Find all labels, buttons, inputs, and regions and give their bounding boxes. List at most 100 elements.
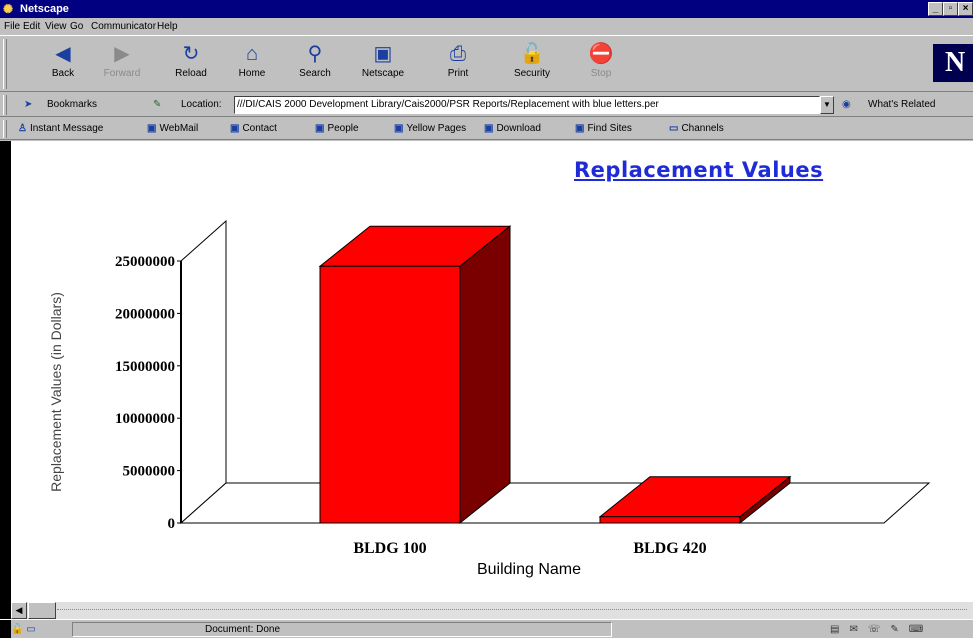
minimize-button[interactable]: _ xyxy=(928,2,943,16)
bookmarks-icon[interactable]: ➤ xyxy=(24,98,32,112)
x-axis-label: Building Name xyxy=(477,561,581,578)
security-status-icon[interactable]: 🔓 ▭ xyxy=(11,622,71,637)
personal-download-button[interactable]: ▣ Download xyxy=(484,122,541,136)
forward-arrow-icon: ▶ xyxy=(114,43,130,65)
print-button[interactable]: ⎙ Print xyxy=(431,40,485,88)
location-grip[interactable] xyxy=(3,95,7,115)
personal-instant-message-button[interactable]: ♙ Instant Message xyxy=(18,122,103,136)
personal-people-button[interactable]: ▣ People xyxy=(315,122,359,136)
menu-communicator[interactable]: Communicator xyxy=(91,20,156,33)
search-button[interactable]: ⚲ Search xyxy=(288,40,342,88)
bookmark-page-icon: ▣ xyxy=(484,123,494,134)
navigation-toolbar: ◀ Back ▶ Forward ↻ Reload ⌂ Home ⚲ Search ▣ Netscap… xyxy=(0,35,973,92)
url-input[interactable]: ///DI/CAIS 2000 Development Library/Cais… xyxy=(234,96,820,114)
component-bar-icons[interactable]: ▤✉☏✎⌨ xyxy=(830,622,973,637)
close-button[interactable]: × xyxy=(958,2,973,16)
scroll-track[interactable] xyxy=(57,609,967,610)
toolbar-button-label: Stop xyxy=(590,68,612,79)
menu-help[interactable]: Help xyxy=(157,20,178,33)
x-tick-label: BLDG 420 xyxy=(633,540,706,557)
personal-item-label: People xyxy=(327,123,359,134)
personal-item-label: Contact xyxy=(242,123,277,134)
toolbar-button-label: Search xyxy=(299,68,331,79)
netscape-icon: ▣ xyxy=(373,43,393,65)
personal-grip[interactable] xyxy=(3,120,7,138)
bar-chart: 0 5000000 10000000 15000000 20000000 25000000… xyxy=(48,219,931,578)
location-icon: ✎ xyxy=(153,99,162,110)
forward-button[interactable]: ▶ Forward xyxy=(95,40,149,88)
menu-go[interactable]: Go xyxy=(70,20,83,33)
menu-view[interactable]: View xyxy=(45,20,67,33)
bookmark-page-icon: ▣ xyxy=(394,123,404,134)
toolbar-button-label: Back xyxy=(51,68,75,79)
personal-channels-button[interactable]: ▭ Channels xyxy=(669,122,724,136)
bar-side xyxy=(459,225,511,525)
chart-title[interactable]: Replacement Values xyxy=(574,158,823,182)
personal-yellow-pages-button[interactable]: ▣ Yellow Pages xyxy=(394,122,466,136)
browser-window: ✺ Netscape _ ▫ × File Edit View Go Commu… xyxy=(0,0,973,638)
personal-item-label: Channels xyxy=(681,123,724,134)
netscape-button[interactable]: ▣ Netscape xyxy=(356,40,410,88)
instant-message-icon: ♙ xyxy=(18,123,27,134)
page-content: 0 5000000 10000000 15000000 20000000 25000000… xyxy=(11,141,973,602)
toolbar-button-label: Forward xyxy=(103,68,141,79)
personal-toolbar: ♙ Instant Message ▣ WebMail ▣ Contact ▣ People ▣… xyxy=(0,118,973,140)
personal-item-label: Instant Message xyxy=(29,123,104,134)
title-bar: ✺ Netscape _ ▫ × xyxy=(0,0,973,18)
scroll-left-button[interactable]: ◀ xyxy=(11,602,27,619)
y-tick-label: 20000000 xyxy=(115,306,175,322)
url-dropdown-button[interactable]: ▼ xyxy=(820,96,834,114)
home-button[interactable]: ⌂ Home xyxy=(225,40,279,88)
stop-button[interactable]: ⛔ Stop xyxy=(574,40,628,88)
bookmark-page-icon: ▣ xyxy=(315,123,325,134)
bar xyxy=(319,265,461,524)
toolbar-button-label: Home xyxy=(238,68,266,79)
personal-item-label: WebMail xyxy=(159,123,199,134)
bookmark-page-icon: ▣ xyxy=(230,123,240,134)
toolbar-grip[interactable] xyxy=(3,39,7,89)
window-title: Netscape xyxy=(20,3,69,15)
toolbar-button-label: Netscape xyxy=(361,68,405,79)
whats-related-icon[interactable]: ◉ xyxy=(842,98,851,112)
x-tick-label: BLDG 100 xyxy=(353,540,426,557)
y-tick-label: 10000000 xyxy=(115,411,175,427)
back-arrow-icon: ◀ xyxy=(55,43,71,65)
y-axis-label: Replacement Values (in Dollars) xyxy=(48,292,64,492)
y-tick-label: 0 xyxy=(168,516,176,532)
home-icon: ⌂ xyxy=(245,43,259,65)
bookmarks-button[interactable]: Bookmarks xyxy=(47,98,97,112)
back-button[interactable]: ◀ Back xyxy=(36,40,90,88)
menu-bar: File Edit View Go Communicator Help xyxy=(0,18,973,35)
menu-file[interactable]: File xyxy=(4,20,20,33)
stop-icon: ⛔ xyxy=(588,43,614,65)
menu-edit[interactable]: Edit xyxy=(23,20,40,33)
personal-find-sites-button[interactable]: ▣ Find Sites xyxy=(575,122,632,136)
y-tick-label: 15000000 xyxy=(115,359,175,375)
security-button[interactable]: 🔓 Security xyxy=(505,40,559,88)
toolbar-button-label: Security xyxy=(513,68,551,79)
bar xyxy=(599,516,741,524)
bookmark-page-icon: ▣ xyxy=(575,123,585,134)
whats-related-button[interactable]: What's Related xyxy=(868,98,936,112)
scroll-thumb[interactable] xyxy=(28,602,56,619)
maximize-button[interactable]: ▫ xyxy=(943,2,958,16)
location-label: Location: xyxy=(181,99,222,110)
toolbar-button-label: Print xyxy=(447,68,469,79)
personal-item-label: Find Sites xyxy=(587,123,632,134)
horizontal-scrollbar[interactable]: ◀ xyxy=(11,602,973,619)
search-icon: ⚲ xyxy=(307,43,323,65)
netscape-app-icon: ✺ xyxy=(3,2,14,16)
y-tick-label: 25000000 xyxy=(115,254,175,270)
personal-contact-button[interactable]: ▣ Contact xyxy=(230,122,277,136)
personal-item-label: Yellow Pages xyxy=(406,123,467,134)
y-tick-label: 5000000 xyxy=(123,464,176,480)
status-message: Document: Done xyxy=(72,622,612,637)
location-toolbar: ➤ Bookmarks ✎ Location: ///DI/CAIS 2000 … xyxy=(0,93,973,117)
reload-icon: ↻ xyxy=(182,43,200,65)
personal-webmail-button[interactable]: ▣ WebMail xyxy=(147,122,198,136)
personal-item-label: Download xyxy=(496,123,541,134)
status-bar: 🔓 ▭ Document: Done ▤✉☏✎⌨ xyxy=(0,619,973,638)
print-icon: ⎙ xyxy=(450,43,466,65)
reload-button[interactable]: ↻ Reload xyxy=(164,40,218,88)
netscape-logo[interactable]: N xyxy=(933,44,973,82)
